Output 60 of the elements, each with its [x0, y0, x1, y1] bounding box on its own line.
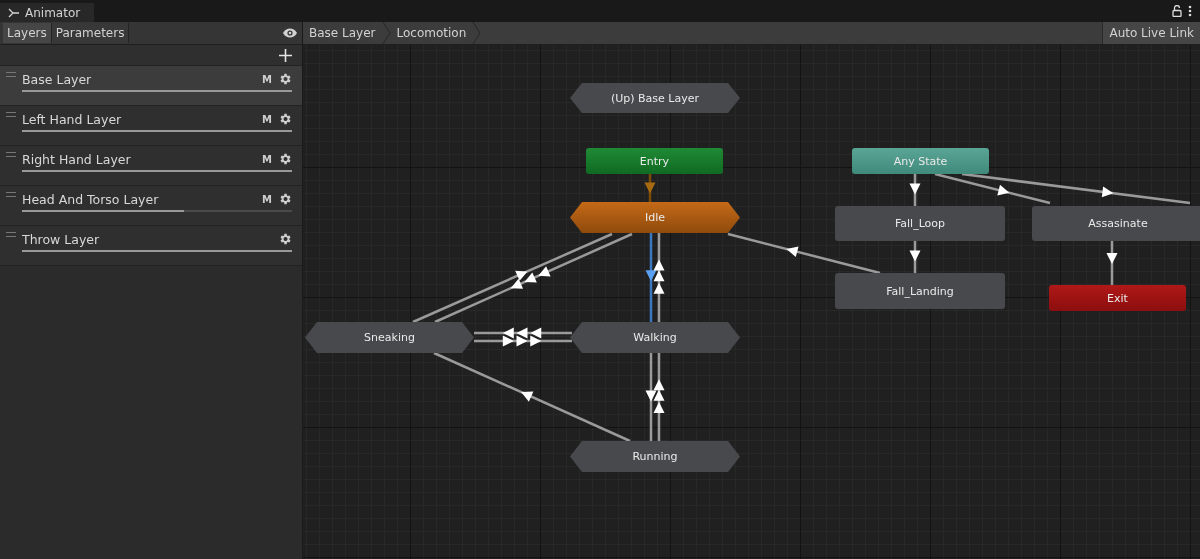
drag-handle-icon[interactable] [6, 112, 16, 117]
state-node[interactable]: Exit [1049, 285, 1186, 311]
breadcrumb-item[interactable]: Locomotion [390, 22, 473, 44]
transition-arrow[interactable] [934, 172, 1051, 205]
layer-name: Left Hand Layer [22, 111, 123, 127]
mask-label: M [262, 193, 272, 205]
more-icon[interactable] [1188, 5, 1192, 17]
drag-handle-icon[interactable] [6, 232, 16, 237]
transition-arrow[interactable] [653, 233, 665, 322]
window-tab[interactable]: Animator [0, 3, 95, 22]
transition-arrow[interactable] [434, 232, 633, 324]
eye-icon[interactable] [282, 28, 298, 38]
drag-handle-icon[interactable] [6, 152, 16, 157]
state-node[interactable]: Sneaking [305, 322, 474, 353]
layer-name: Throw Layer [22, 231, 101, 247]
mask-label: M [262, 73, 272, 85]
state-node[interactable]: Assasinate [1032, 206, 1200, 241]
state-node[interactable]: Idle [570, 202, 740, 233]
settings-icon[interactable] [278, 232, 292, 246]
state-node[interactable]: Entry [586, 148, 723, 174]
settings-icon[interactable] [278, 112, 292, 126]
auto-live-link-button[interactable]: Auto Live Link [1102, 22, 1200, 44]
settings-icon[interactable] [278, 192, 292, 206]
transition-arrow[interactable] [909, 241, 921, 273]
animator-icon [8, 7, 20, 18]
transition-arrow[interactable] [1106, 241, 1118, 285]
breadcrumb-item[interactable]: Base Layer [303, 22, 382, 44]
layer-row[interactable]: Base Layer M [0, 66, 302, 106]
layer-name: Head And Torso Layer [22, 191, 160, 207]
panel-tab[interactable]: Layers [3, 23, 52, 43]
drag-handle-icon[interactable] [6, 192, 16, 197]
layer-row[interactable]: Head And Torso Layer M [0, 186, 302, 226]
mask-label: M [262, 153, 272, 165]
transition-arrow[interactable] [645, 353, 657, 441]
lock-icon[interactable] [1172, 5, 1182, 17]
layer-name: Right Hand Layer [22, 151, 132, 167]
mask-label: M [262, 113, 272, 125]
transition-arrow[interactable] [412, 232, 613, 324]
window-title: Animator [25, 5, 81, 20]
transition-arrow[interactable] [653, 353, 665, 441]
layer-name: Base Layer [22, 71, 93, 87]
state-node[interactable]: Fall_Loop [835, 206, 1005, 241]
state-node[interactable]: Running [570, 441, 740, 472]
layer-row[interactable]: Left Hand Layer M [0, 106, 302, 146]
state-node[interactable]: Fall_Landing [835, 273, 1005, 309]
settings-icon[interactable] [278, 152, 292, 166]
add-icon[interactable] [279, 48, 292, 62]
state-node[interactable]: (Up) Base Layer [570, 83, 740, 113]
state-node[interactable]: Walking [570, 322, 740, 353]
drag-handle-icon[interactable] [6, 72, 16, 77]
layer-row[interactable]: Right Hand Layer M [0, 146, 302, 186]
transition-arrow[interactable] [727, 232, 881, 275]
transition-arrow[interactable] [961, 172, 1191, 205]
settings-icon[interactable] [278, 72, 292, 86]
transition-arrow[interactable] [433, 351, 631, 443]
transition-arrow[interactable] [474, 327, 572, 339]
transition-arrow[interactable] [909, 174, 921, 206]
layer-row[interactable]: Throw Layer [0, 226, 302, 266]
transition-arrow[interactable] [474, 335, 572, 347]
transition-arrow[interactable] [645, 233, 657, 322]
